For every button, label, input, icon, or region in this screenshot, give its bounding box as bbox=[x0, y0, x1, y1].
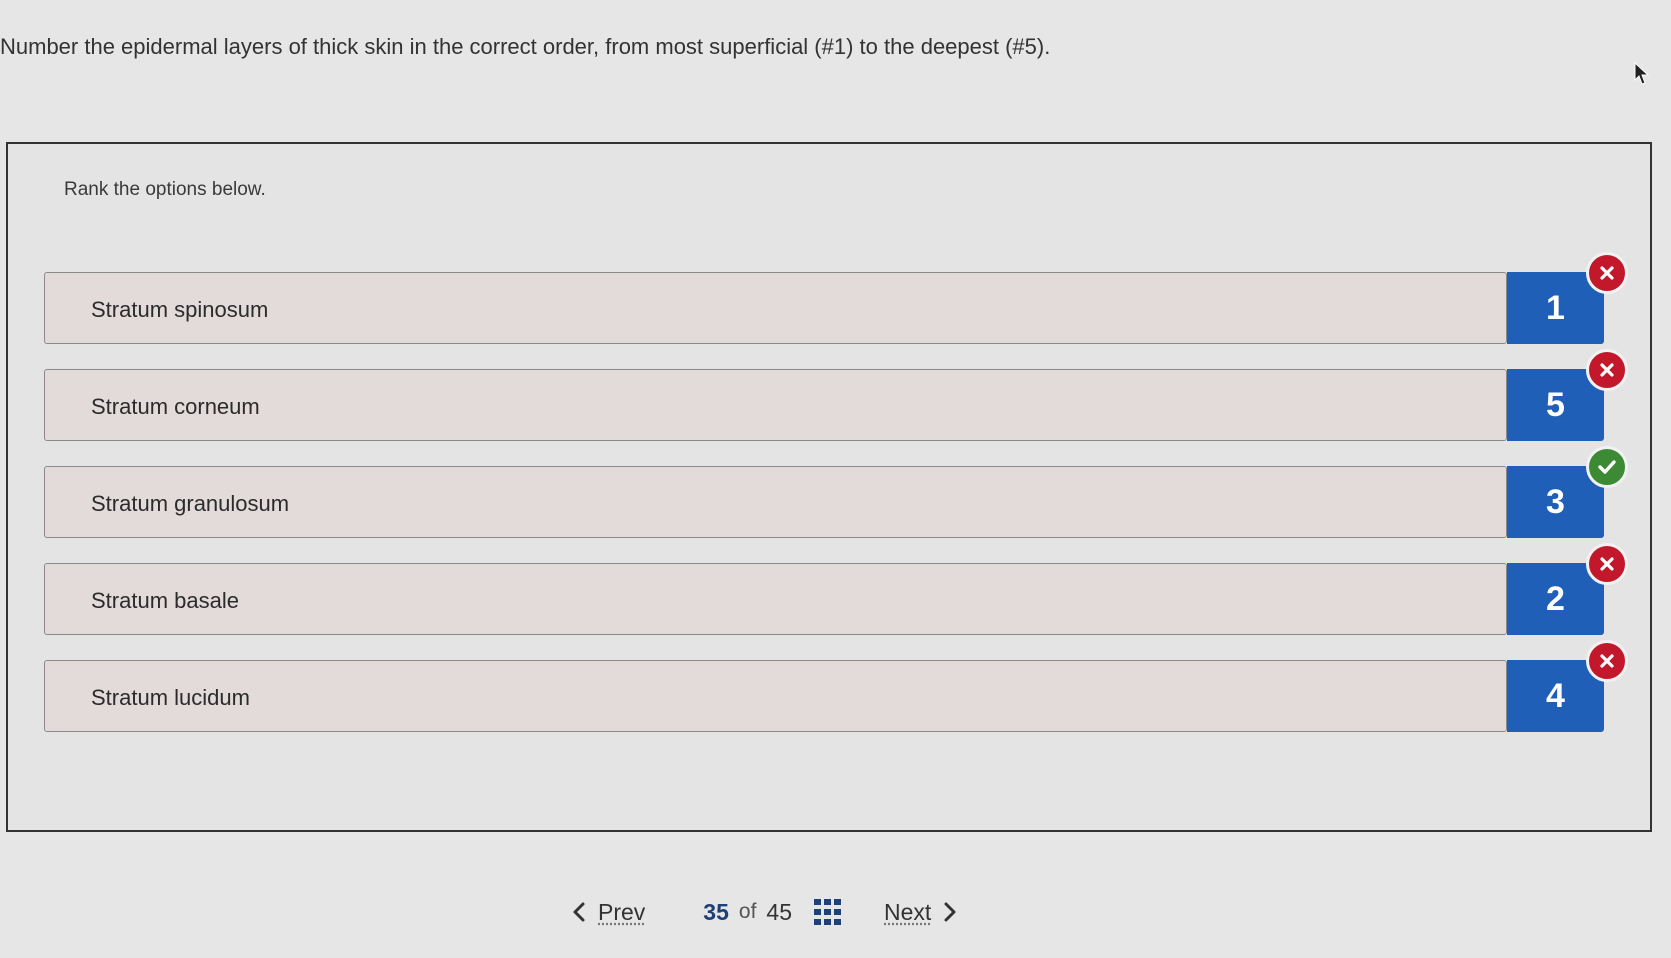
page-indicator: 35 of 45 bbox=[703, 899, 842, 926]
chevron-left-icon bbox=[573, 902, 585, 922]
instruction-text: Rank the options below. bbox=[64, 179, 266, 200]
incorrect-icon bbox=[1586, 640, 1628, 682]
option-box[interactable]: Stratum granulosum bbox=[44, 466, 1507, 538]
rank-option[interactable]: Stratum lucidum 4 bbox=[44, 640, 1628, 732]
next-label: Next bbox=[884, 898, 932, 925]
correct-check-icon bbox=[1586, 446, 1628, 488]
mouse-cursor-icon bbox=[1634, 62, 1650, 85]
option-box[interactable]: Stratum basale bbox=[44, 563, 1507, 635]
prev-label: Prev bbox=[598, 898, 646, 925]
option-box[interactable]: Stratum spinosum bbox=[44, 272, 1507, 344]
rank-option[interactable]: Stratum granulosum 3 bbox=[44, 446, 1628, 538]
option-label: Stratum spinosum bbox=[91, 297, 269, 322]
rank-option[interactable]: Stratum corneum 5 bbox=[44, 349, 1628, 441]
option-label: Stratum corneum bbox=[91, 394, 260, 419]
option-label: Stratum lucidum bbox=[91, 685, 250, 710]
incorrect-icon bbox=[1586, 349, 1628, 391]
total-pages: 45 bbox=[766, 898, 792, 925]
next-button[interactable]: Next bbox=[884, 899, 957, 926]
current-page: 35 bbox=[703, 898, 729, 925]
ranking-panel: Rank the options below. Stratum spinosum… bbox=[6, 142, 1652, 832]
question-text: Number the epidermal layers of thick ski… bbox=[0, 34, 1051, 59]
option-box[interactable]: Stratum corneum bbox=[44, 369, 1507, 441]
incorrect-icon bbox=[1586, 252, 1628, 294]
option-label: Stratum granulosum bbox=[91, 491, 290, 516]
rank-option[interactable]: Stratum basale 2 bbox=[44, 543, 1628, 635]
incorrect-icon bbox=[1586, 543, 1628, 585]
question-navigation: Prev 35 of 45 Next bbox=[572, 887, 957, 937]
rank-option[interactable]: Stratum spinosum 1 bbox=[44, 252, 1628, 344]
prev-button[interactable]: Prev bbox=[572, 899, 645, 926]
grid-icon[interactable] bbox=[814, 899, 842, 925]
of-label: of bbox=[738, 900, 757, 923]
chevron-right-icon bbox=[944, 902, 956, 922]
option-label: Stratum basale bbox=[91, 588, 239, 613]
option-box[interactable]: Stratum lucidum bbox=[44, 660, 1507, 732]
